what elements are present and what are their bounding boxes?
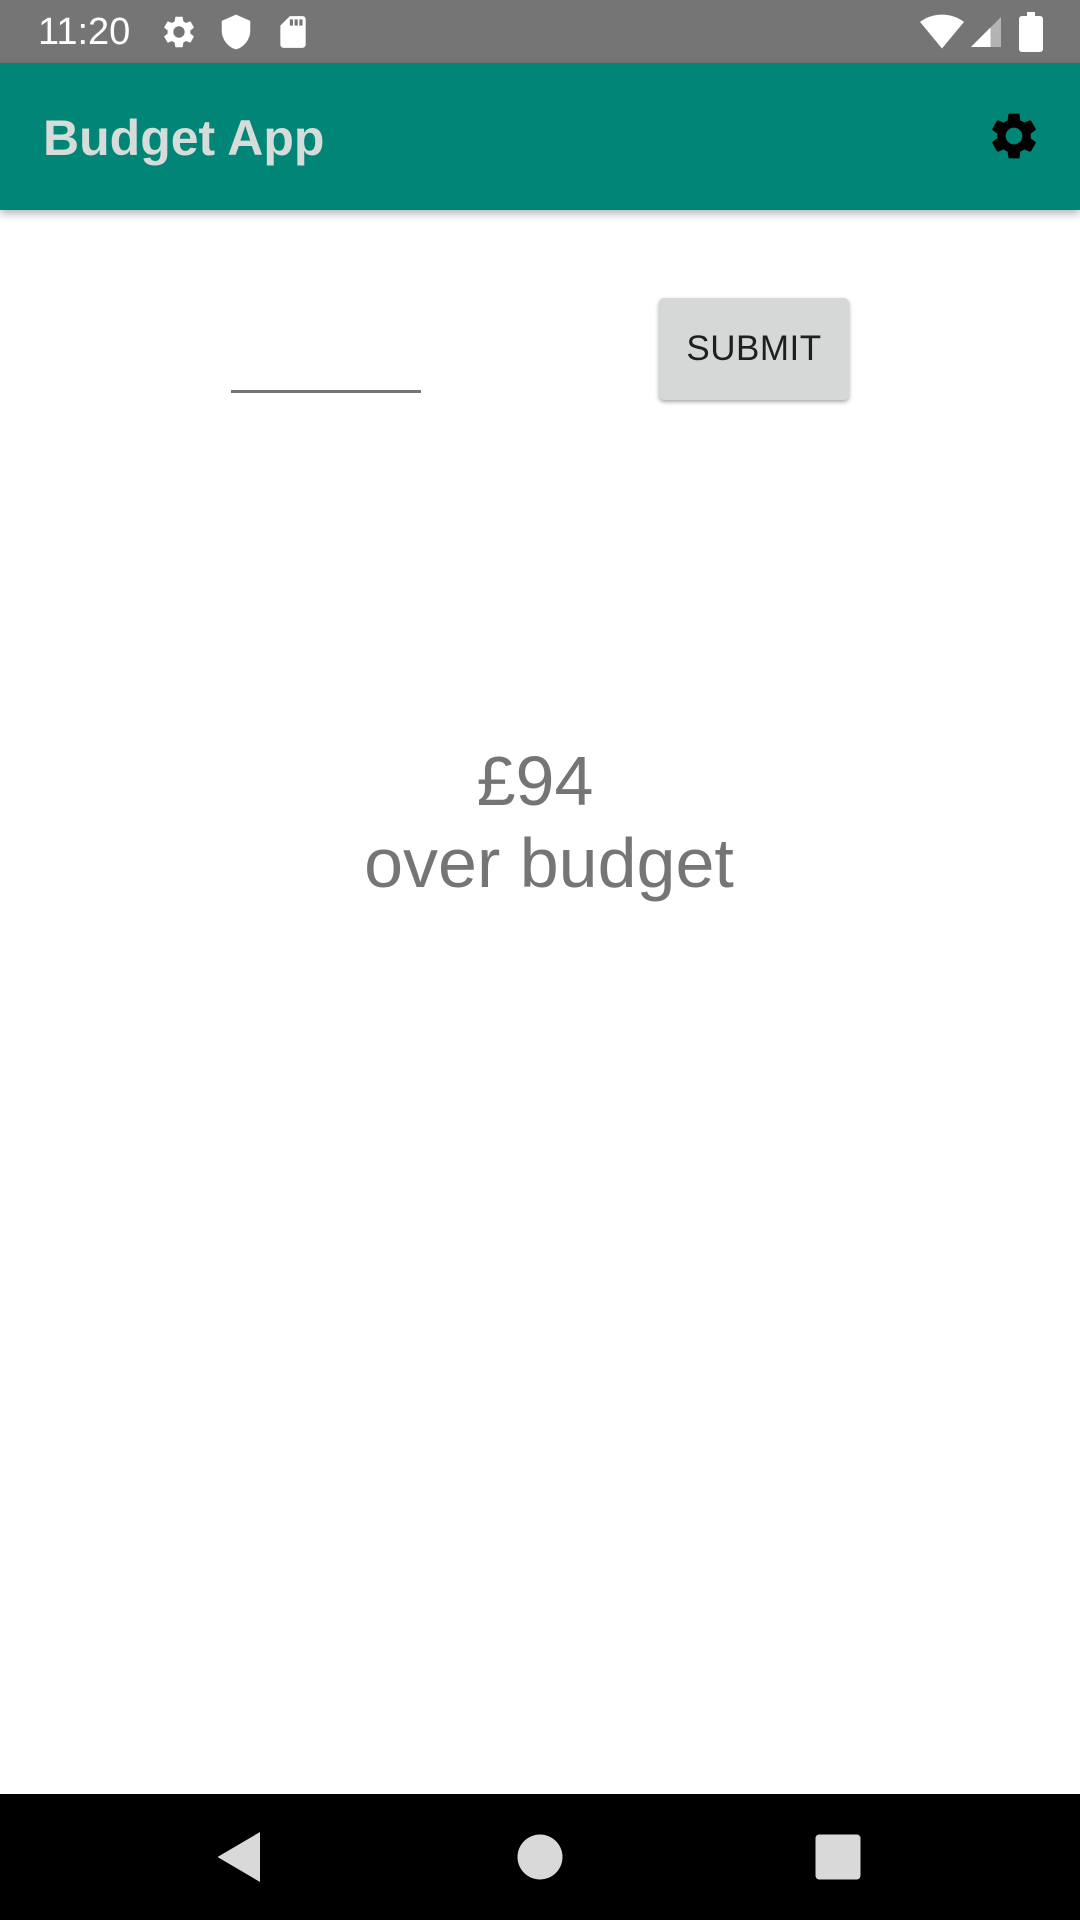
budget-amount: £94 bbox=[476, 742, 594, 820]
budget-message: £94 over budget bbox=[0, 740, 1080, 904]
home-icon bbox=[517, 1834, 563, 1880]
settings-button[interactable] bbox=[986, 108, 1042, 164]
recents-button[interactable] bbox=[808, 1827, 868, 1887]
amount-input[interactable] bbox=[231, 330, 421, 393]
status-bar: 11:20 bbox=[0, 0, 1080, 63]
screen: 11:20 Budget App SUBMIT £94 over budget bbox=[0, 0, 1080, 1920]
recents-icon bbox=[815, 1834, 861, 1880]
back-icon bbox=[217, 1832, 260, 1882]
wifi-icon bbox=[920, 13, 964, 51]
shield-icon bbox=[217, 13, 255, 51]
battery-icon bbox=[1016, 12, 1046, 52]
app-bar: Budget App bbox=[0, 63, 1080, 210]
gear-icon bbox=[160, 13, 198, 51]
app-title: Budget App bbox=[43, 110, 325, 166]
navigation-bar bbox=[0, 1794, 1080, 1920]
home-button[interactable] bbox=[510, 1827, 570, 1887]
gear-icon bbox=[992, 113, 1036, 159]
status-time: 11:20 bbox=[38, 11, 131, 53]
back-button[interactable] bbox=[210, 1827, 270, 1887]
budget-status: over budget bbox=[364, 824, 734, 902]
submit-button[interactable]: SUBMIT bbox=[659, 298, 849, 400]
sd-card-icon bbox=[274, 13, 312, 51]
cell-signal-icon bbox=[968, 13, 1004, 51]
